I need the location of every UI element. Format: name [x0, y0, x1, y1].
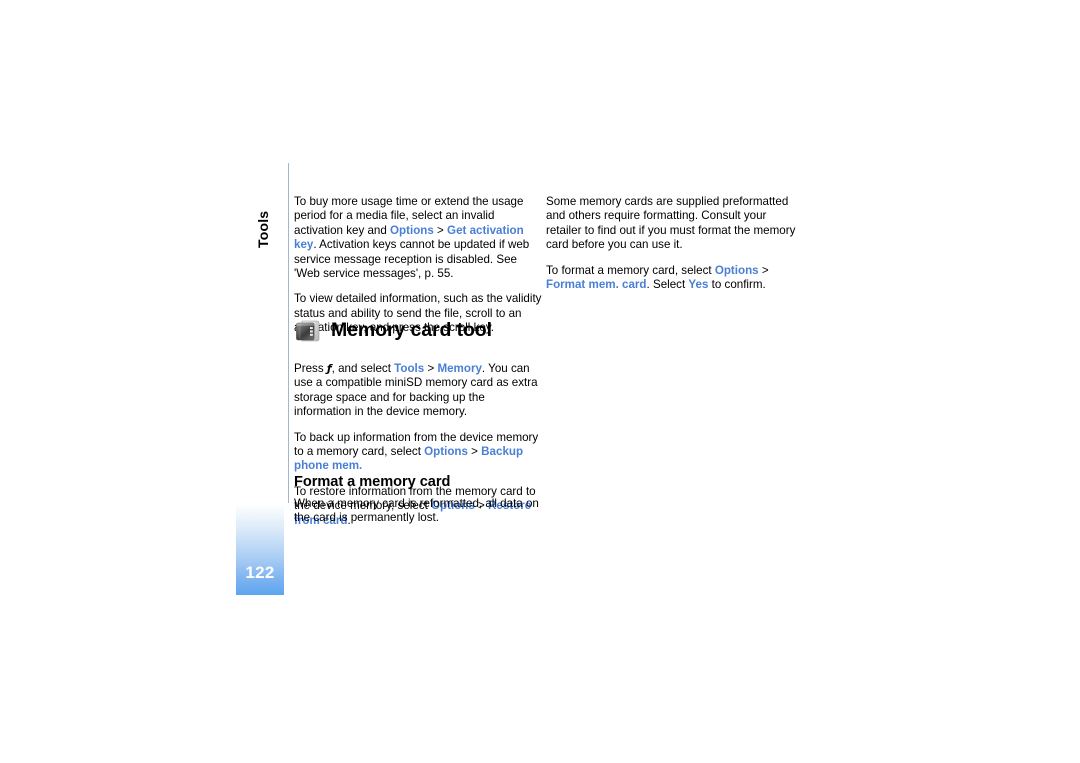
- left-text-column: To buy more usage time or extend the usa…: [294, 195, 544, 336]
- chapter-label: Tools: [237, 196, 281, 256]
- link-options: Options: [424, 445, 468, 459]
- text-run: , and select: [331, 362, 395, 375]
- column-divider-rule: [288, 163, 289, 503]
- paragraph-backup: To back up information from the device m…: [294, 431, 544, 474]
- document-page: Tools 122 To buy more usage time or exte…: [0, 0, 1080, 763]
- link-yes: Yes: [688, 278, 709, 292]
- paragraph-format-memory-card: To format a memory card, select Options …: [546, 264, 796, 293]
- text-run: . Activation keys cannot be updated if w…: [294, 238, 530, 281]
- paragraph-reformat-warning: When a memory card is reformatted, all d…: [294, 497, 544, 526]
- section-heading-group: Memory card tool: [294, 318, 546, 352]
- link-options: Options: [390, 223, 434, 237]
- paragraph-press-menu: Press ƒ, and select Tools > Memory. You …: [294, 362, 544, 420]
- memory-card-icon: [294, 318, 324, 348]
- page-number-tab: 122: [236, 498, 284, 595]
- chapter-label-text: Tools: [255, 210, 271, 248]
- text-run: Press: [294, 362, 327, 375]
- text-run: >: [433, 223, 448, 237]
- text-run: To format a memory card, select: [546, 263, 715, 277]
- link-format-mem-card: Format mem. card: [546, 278, 647, 292]
- text-run: Some memory cards are supplied preformat…: [546, 195, 796, 252]
- text-run: to confirm.: [708, 278, 766, 292]
- link-memory: Memory: [437, 362, 482, 375]
- link-tools: Tools: [394, 362, 425, 375]
- paragraph-activation-keys: To buy more usage time or extend the usa…: [294, 195, 544, 281]
- link-options: Options: [714, 263, 759, 277]
- subsection-title: Format a memory card: [294, 474, 451, 490]
- subsection-body: When a memory card is reformatted, all d…: [294, 497, 544, 526]
- right-text-column: Some memory cards are supplied preformat…: [546, 195, 796, 292]
- text-run: >: [467, 445, 482, 459]
- section-title: Memory card tool: [331, 319, 492, 341]
- text-run: . Select: [646, 278, 689, 292]
- text-run: When a memory card is reformatted, all d…: [294, 497, 539, 525]
- page-number: 122: [245, 563, 275, 582]
- subsection-heading-group: Format a memory card: [294, 474, 544, 490]
- paragraph-preformatted-cards: Some memory cards are supplied preformat…: [546, 195, 796, 253]
- text-run: >: [424, 362, 438, 375]
- text-run: >: [758, 263, 769, 277]
